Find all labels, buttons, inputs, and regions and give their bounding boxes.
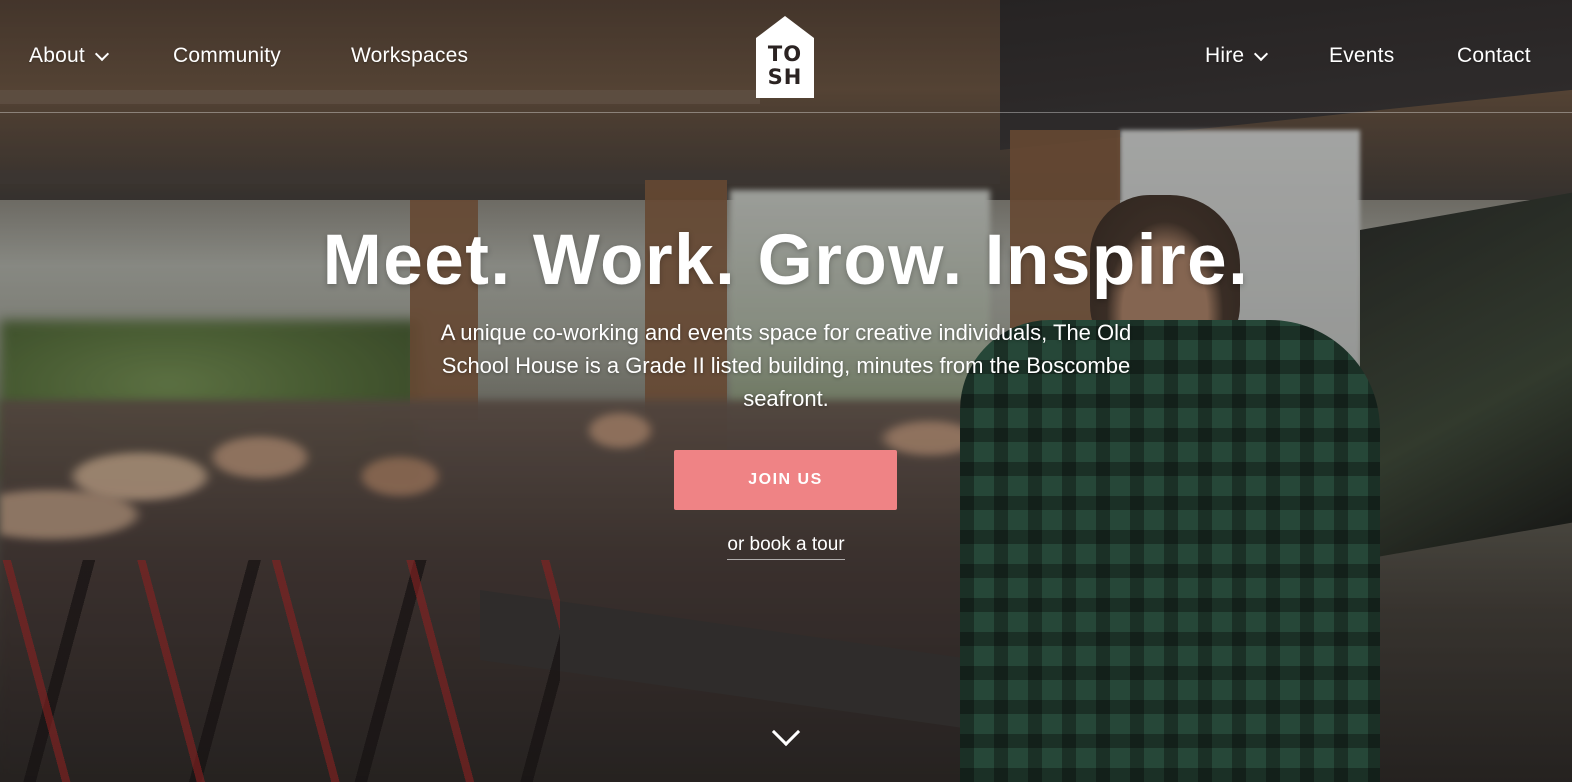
join-us-button[interactable]: JOIN US: [674, 450, 897, 510]
tosh-logo[interactable]: TO SH: [756, 16, 814, 98]
nav-hire-label: Hire: [1205, 44, 1245, 67]
logo-text-bottom: SH: [767, 65, 803, 89]
nav-community-label: Community: [173, 44, 281, 67]
nav-community[interactable]: Community: [173, 44, 281, 68]
hero-subtext: A unique co-working and events space for…: [440, 320, 1132, 411]
nav-about[interactable]: About: [29, 44, 109, 68]
nav-events-label: Events: [1329, 44, 1395, 67]
main-nav: About Community Workspaces TO SH Hire Ev…: [0, 0, 1572, 113]
nav-contact[interactable]: Contact: [1457, 44, 1531, 68]
nav-workspaces[interactable]: Workspaces: [351, 44, 468, 68]
hero-headline: Meet. Work. Grow. Inspire.: [322, 221, 1250, 300]
nav-contact-label: Contact: [1457, 44, 1531, 67]
book-tour-link[interactable]: or book a tour: [727, 534, 845, 560]
nav-hire[interactable]: Hire: [1205, 44, 1269, 68]
nav-workspaces-label: Workspaces: [351, 44, 469, 67]
chevron-down-icon: [94, 46, 109, 61]
logo-text-top: TO: [767, 42, 803, 66]
nav-about-label: About: [29, 44, 85, 67]
chevron-down-icon: [1254, 46, 1269, 61]
nav-events[interactable]: Events: [1329, 44, 1394, 68]
book-tour-container: or book a tour: [0, 534, 1572, 560]
